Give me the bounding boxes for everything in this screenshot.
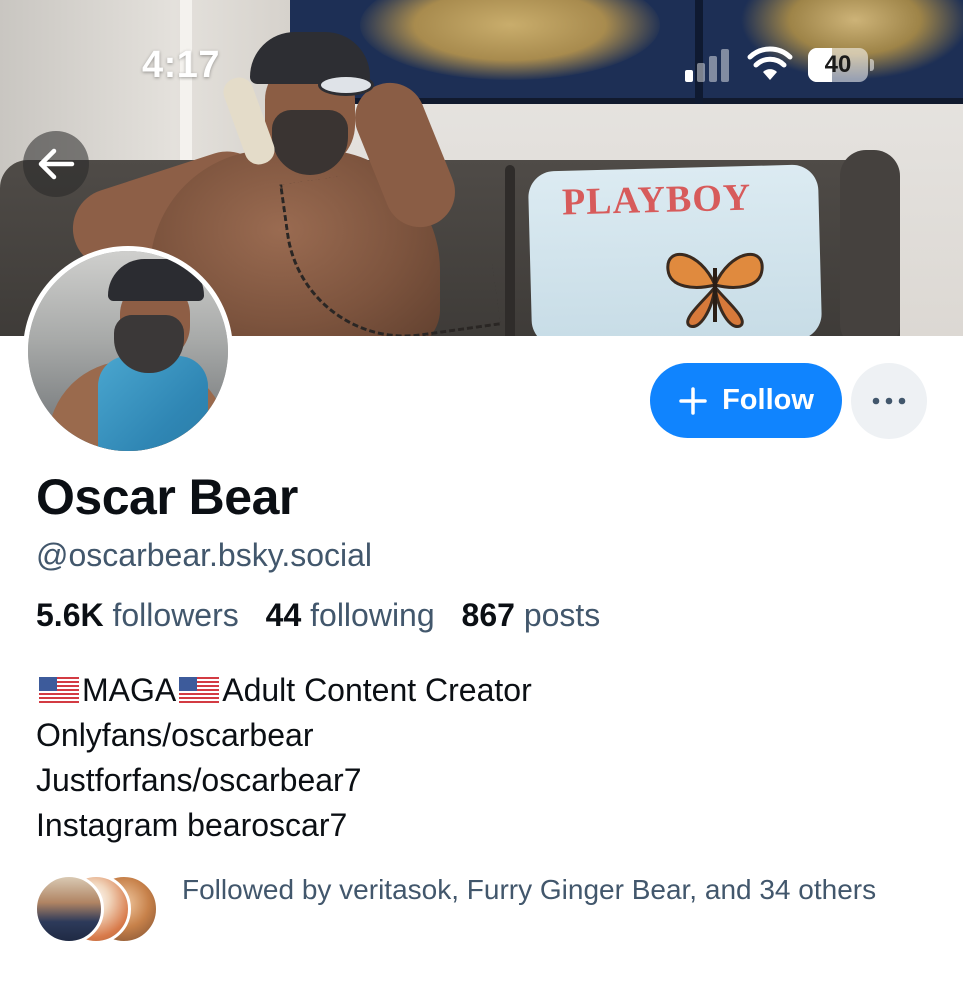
butterfly-icon xyxy=(666,252,764,328)
us-flag-icon xyxy=(39,677,79,703)
posts-label: posts xyxy=(523,597,601,633)
sofa-seam xyxy=(505,165,515,336)
more-options-button[interactable] xyxy=(851,363,927,439)
followed-by-avatars[interactable] xyxy=(34,874,159,944)
person-sunglasses xyxy=(318,74,374,96)
plus-icon xyxy=(679,386,707,415)
bio-line: Instagram bearoscar7 xyxy=(36,807,348,843)
following-count: 44 xyxy=(265,597,302,633)
follow-button[interactable]: Follow xyxy=(650,363,842,438)
following-label: following xyxy=(310,597,435,633)
sofa-arm xyxy=(840,150,900,336)
follow-label: Follow xyxy=(722,384,814,416)
bio-text: Adult Content Creator xyxy=(222,672,532,708)
profile-bio: MAGA Adult Content Creator Onlyfans/oscar… xyxy=(36,668,532,848)
pillow-text: PLAYBOY xyxy=(561,176,752,224)
banner-window-frame xyxy=(180,0,192,180)
status-time: 4:17 xyxy=(142,44,221,86)
profile-handle: @oscarbear.bsky.social xyxy=(36,537,373,573)
following-stat[interactable]: 44 following xyxy=(266,597,462,633)
followers-stat[interactable]: 5.6K followers xyxy=(36,597,266,633)
profile-stats: 5.6K followers 44 following 867 posts xyxy=(36,597,618,634)
bio-line: MAGA Adult Content Creator xyxy=(36,668,532,713)
bio-line: Justforfans/oscarbear7 xyxy=(36,762,362,798)
signal-icon xyxy=(685,49,729,82)
battery-percent: 40 xyxy=(824,51,852,78)
bio-line: Onlyfans/oscarbear xyxy=(36,717,314,753)
followers-label: followers xyxy=(112,597,239,633)
wifi-icon xyxy=(747,46,793,80)
posts-stat: 867 posts xyxy=(462,597,619,633)
bio-text: MAGA xyxy=(82,672,177,708)
us-flag-icon xyxy=(179,677,220,703)
followers-count: 5.6K xyxy=(36,597,104,633)
arrow-left-icon xyxy=(38,148,75,180)
ellipsis-icon xyxy=(872,397,906,405)
battery-icon: 40 xyxy=(808,48,874,82)
follower-avatar xyxy=(34,874,104,944)
avatar[interactable] xyxy=(23,246,233,456)
back-button[interactable] xyxy=(23,131,89,197)
posts-count: 867 xyxy=(461,597,515,633)
followed-by-text[interactable]: Followed by veritasok, Furry Ginger Bear… xyxy=(182,870,922,909)
display-name: Oscar Bear xyxy=(36,469,298,525)
